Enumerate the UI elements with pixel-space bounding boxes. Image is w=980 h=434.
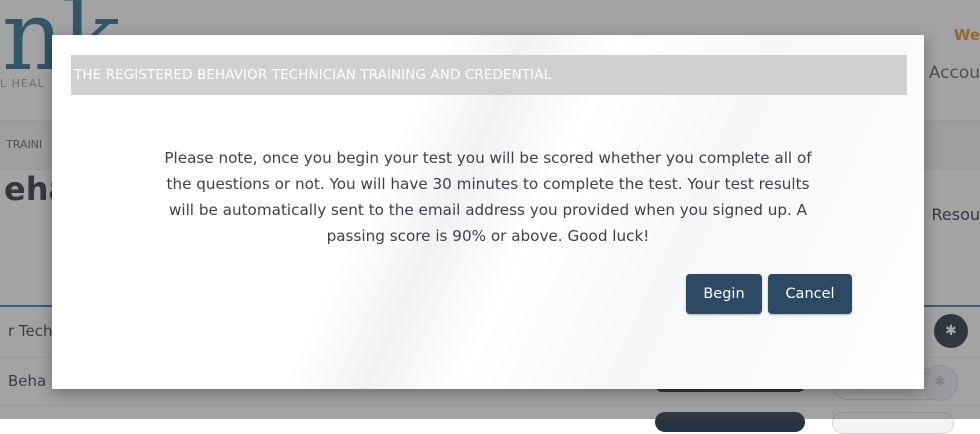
dialog-message-line: will be automatically sent to the email …: [168, 201, 808, 219]
dialog-message-line: passing score is 90% or above. Good luck…: [326, 227, 650, 245]
dialog-message-line: Please note, once you begin your test yo…: [164, 149, 812, 167]
dialog-message-line: the questions or not. You will have 30 m…: [166, 175, 810, 193]
begin-button[interactable]: Begin: [686, 274, 762, 314]
test-start-dialog: THE REGISTERED BEHAVIOR TECHNICIAN TRAIN…: [52, 35, 924, 389]
dialog-title: THE REGISTERED BEHAVIOR TECHNICIAN TRAIN…: [74, 67, 552, 83]
cancel-button[interactable]: Cancel: [768, 274, 852, 314]
dialog-message: Please note, once you begin your test yo…: [100, 145, 876, 249]
dialog-header: THE REGISTERED BEHAVIOR TECHNICIAN TRAIN…: [71, 55, 907, 95]
